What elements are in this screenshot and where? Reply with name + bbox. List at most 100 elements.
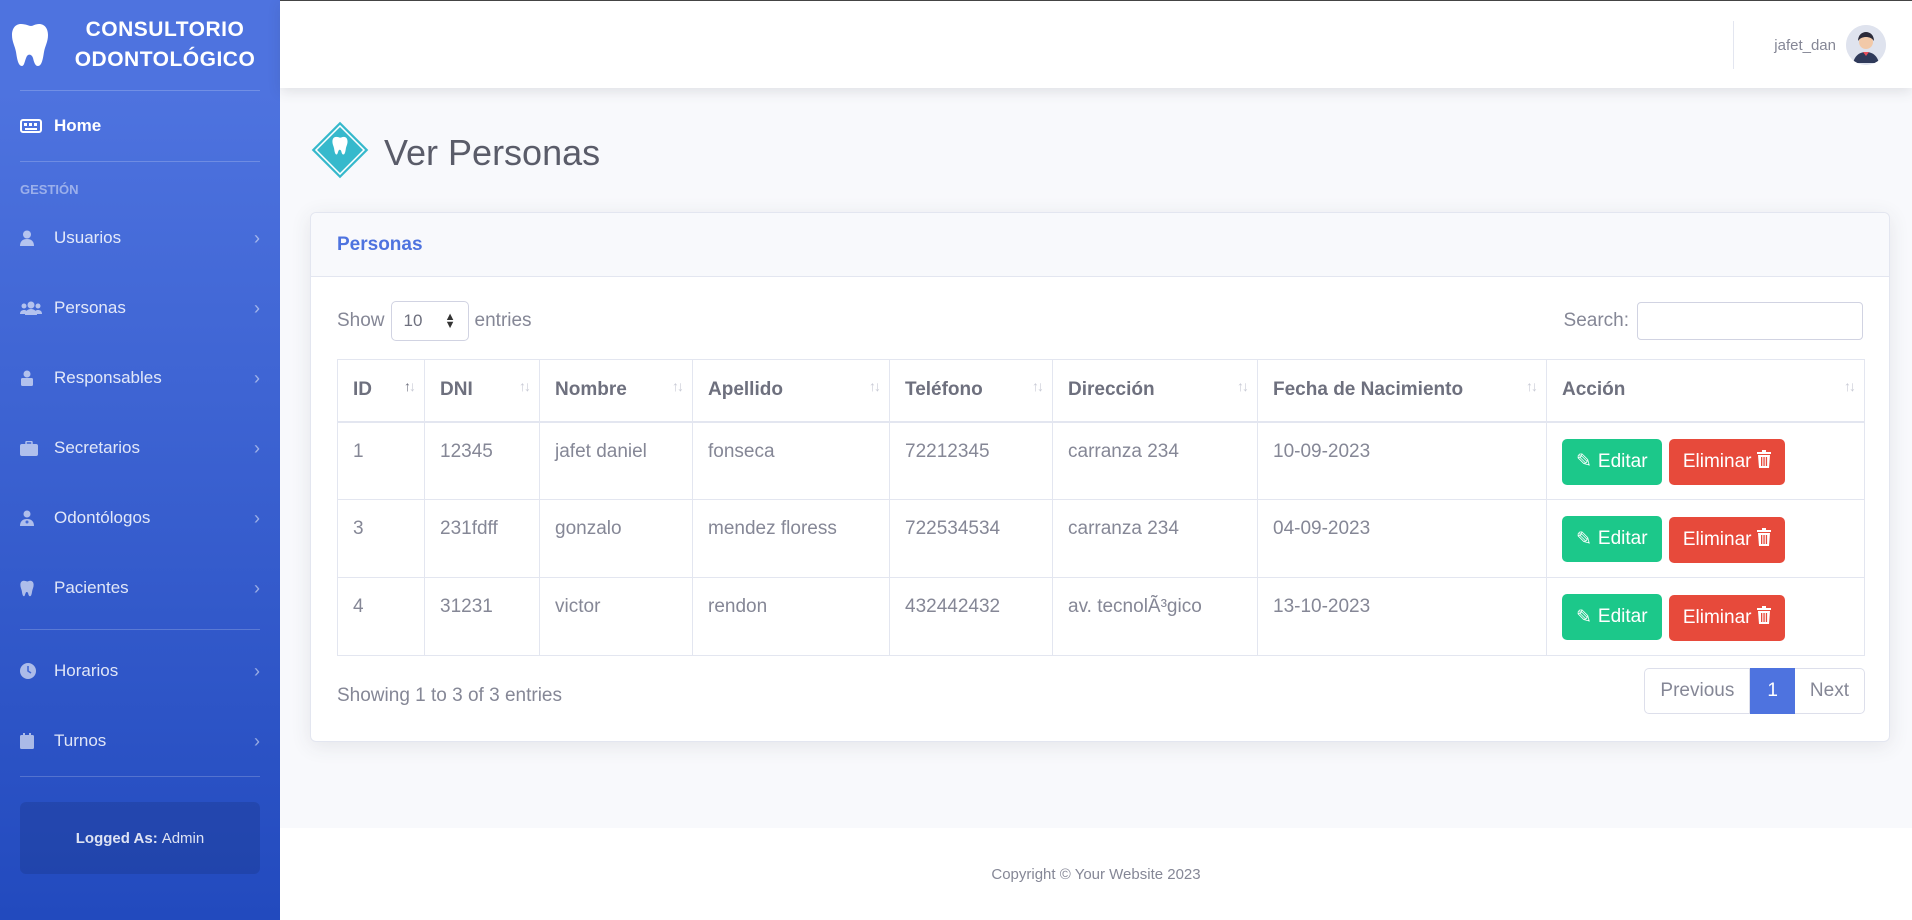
avatar — [1846, 25, 1886, 65]
edit-button-label: Editar — [1597, 528, 1648, 549]
sidebar-item-odontologos[interactable]: Odontólogos › — [0, 483, 280, 553]
column-header-label: Teléfono — [905, 379, 983, 401]
cell-dni: 12345 — [424, 421, 540, 500]
cell-actions: ✎ Editar Eliminar — [1546, 421, 1865, 500]
trash-icon — [1757, 450, 1772, 474]
cell-direccion: carranza 234 — [1052, 499, 1258, 578]
column-header-accion[interactable]: Acción ↑↓ — [1546, 359, 1865, 423]
next-button[interactable]: Next — [1794, 668, 1865, 714]
username: jafet_dan — [1774, 36, 1836, 54]
sidebar-item-pacientes[interactable]: Pacientes › — [0, 553, 280, 623]
table-controls: Show 10 ▲ ▼ entries Search: — [337, 301, 1863, 341]
sort-icon: ↑↓ — [672, 378, 684, 394]
cell-id: 4 — [337, 577, 425, 656]
chevron-right-icon: › — [254, 730, 260, 751]
sidebar-item-responsables[interactable]: Responsables › — [0, 343, 280, 413]
column-header-telefono[interactable]: Teléfono ↑↓ — [889, 359, 1053, 423]
chevron-right-icon: › — [254, 367, 260, 388]
edit-button-label: Editar — [1597, 606, 1648, 627]
topbar: jafet_dan — [280, 0, 1912, 88]
column-header-apellido[interactable]: Apellido ↑↓ — [692, 359, 890, 423]
sidebar-item-label: Home — [54, 116, 102, 135]
sidebar-item-horarios[interactable]: Horarios › — [0, 636, 280, 706]
sidebar-divider — [20, 161, 260, 162]
trash-icon — [1757, 605, 1772, 630]
sidebar-divider — [20, 776, 260, 777]
pagination: Previous 1 Next — [1644, 668, 1865, 714]
cell-apellido: mendez floress — [692, 499, 890, 578]
sort-updown-icon: ▲ ▼ — [444, 311, 456, 331]
calendar-icon — [20, 733, 46, 749]
topbar-divider — [1733, 21, 1734, 69]
edit-button-label: Editar — [1597, 450, 1648, 472]
sidebar-item-home[interactable]: Home — [0, 91, 280, 161]
user-doctor-icon — [20, 510, 46, 526]
edit-button[interactable]: ✎ Editar — [1562, 594, 1662, 640]
user-icon — [20, 230, 46, 246]
user-menu[interactable]: jafet_dan — [1774, 25, 1886, 65]
cell-id: 3 — [337, 499, 425, 578]
tooth-icon — [20, 580, 46, 597]
cell-telefono: 722534534 — [889, 499, 1053, 578]
table-row: 1 12345 jafet daniel fonseca 72212345 ca… — [337, 421, 1865, 500]
cell-nombre: gonzalo — [539, 499, 693, 578]
delete-button[interactable]: Eliminar — [1668, 516, 1786, 563]
logged-as-value: Admin — [161, 829, 205, 847]
delete-button[interactable]: Eliminar — [1668, 594, 1786, 641]
tooth-diamond-logo-icon — [308, 118, 372, 187]
edit-button[interactable]: ✎ Editar — [1562, 516, 1662, 562]
cell-actions: ✎ Editar Eliminar — [1546, 499, 1865, 578]
column-header-dni[interactable]: DNI ↑↓ — [424, 359, 540, 423]
footer: Copyright © Your Website 2023 — [280, 828, 1912, 920]
chevron-right-icon: › — [254, 577, 260, 598]
sidebar-item-label: Personas — [54, 298, 126, 317]
cell-direccion: carranza 234 — [1052, 421, 1258, 500]
tooth-logo-icon — [10, 21, 50, 69]
column-header-label: DNI — [440, 379, 473, 401]
search-input[interactable] — [1637, 302, 1863, 340]
cell-apellido: fonseca — [692, 421, 890, 500]
cell-dni: 231fdff — [424, 499, 540, 578]
entries-label: entries — [474, 310, 532, 331]
pencil-icon: ✎ — [1576, 528, 1592, 550]
column-header-label: Acción — [1562, 379, 1626, 401]
sidebar-item-label: Odontólogos — [54, 508, 151, 527]
sidebar-item-personas[interactable]: Personas › — [0, 273, 280, 343]
column-header-nombre[interactable]: Nombre ↑↓ — [539, 359, 693, 423]
chevron-right-icon: › — [254, 297, 260, 318]
sort-icon: ↑↓ — [404, 378, 416, 394]
column-header-direccion[interactable]: Dirección ↑↓ — [1052, 359, 1258, 423]
clock-icon — [20, 663, 46, 679]
column-header-id[interactable]: ID ↑↓ — [337, 359, 425, 423]
brand-line-1: CONSULTORIO — [85, 18, 245, 41]
column-header-fecha[interactable]: Fecha de Nacimiento ↑↓ — [1257, 359, 1547, 423]
entries-select[interactable]: 10 ▲ ▼ — [390, 301, 469, 341]
column-header-label: Apellido — [708, 379, 783, 401]
cell-id: 1 — [337, 421, 425, 500]
chevron-right-icon: › — [254, 437, 260, 458]
edit-button[interactable]: ✎ Editar — [1562, 438, 1662, 485]
show-label: Show — [337, 310, 385, 331]
cell-apellido: rendon — [692, 577, 890, 656]
brand[interactable]: CONSULTORIO ODONTOLÓGICO — [0, 0, 280, 90]
sidebar-item-label: Horarios — [54, 661, 119, 680]
sidebar-item-turnos[interactable]: Turnos › — [0, 706, 280, 776]
column-header-label: Dirección — [1068, 379, 1155, 401]
pencil-icon: ✎ — [1576, 606, 1592, 628]
cell-fecha: 10-09-2023 — [1257, 421, 1547, 500]
page-title: Ver Personas — [384, 131, 601, 173]
delete-button-label: Eliminar — [1682, 451, 1752, 472]
brand-line-2: ODONTOLÓGICO — [74, 48, 256, 71]
page-button-1[interactable]: 1 — [1750, 668, 1795, 714]
previous-button[interactable]: Previous — [1644, 668, 1751, 714]
chevron-right-icon: › — [254, 507, 260, 528]
table-info: Showing 1 to 3 of 3 entries — [337, 685, 562, 706]
cell-actions: ✎ Editar Eliminar — [1546, 577, 1865, 656]
chevron-right-icon: › — [254, 227, 260, 248]
sidebar-item-secretarios[interactable]: Secretarios › — [0, 413, 280, 483]
search-label: Search: — [1563, 310, 1629, 331]
sidebar-item-usuarios[interactable]: Usuarios › — [0, 203, 280, 273]
delete-button[interactable]: Eliminar — [1668, 439, 1786, 485]
sidebar-item-label: Secretarios — [54, 438, 140, 457]
table-row: 3 231fdff gonzalo mendez floress 7225345… — [337, 499, 1865, 578]
